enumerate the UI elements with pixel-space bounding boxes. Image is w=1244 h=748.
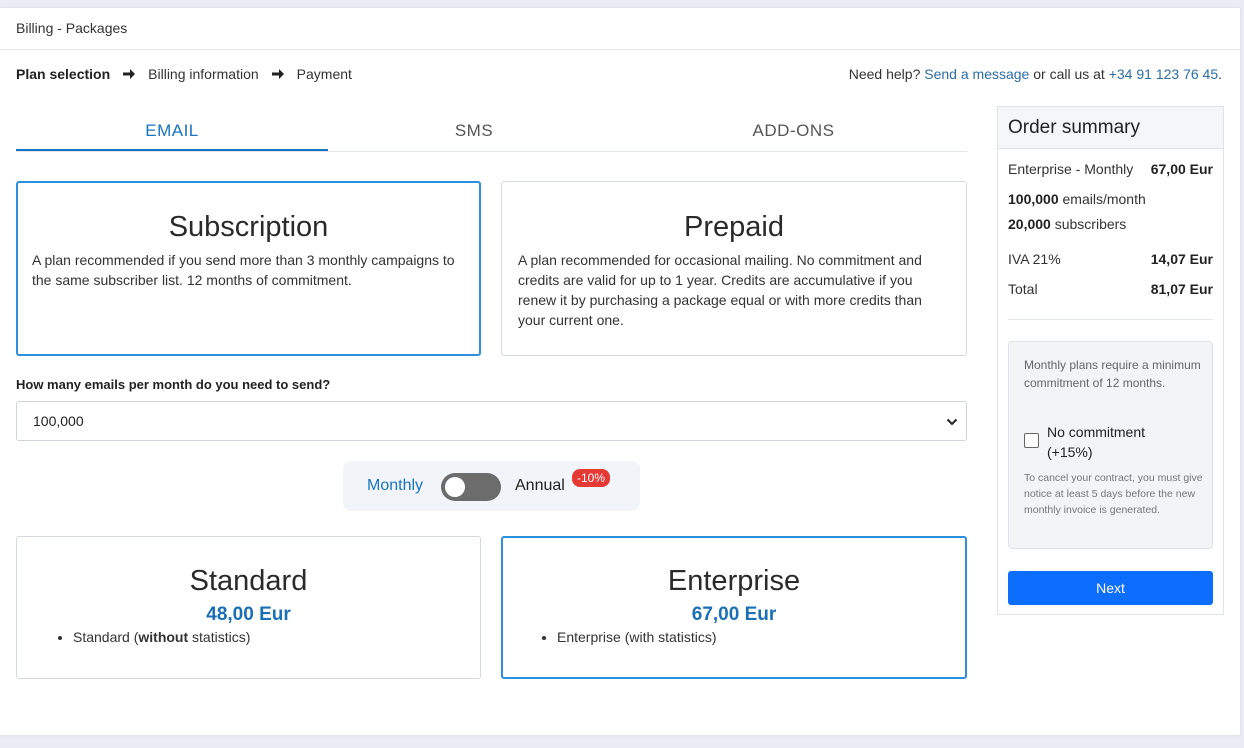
help-text: Need help? Send a message or call us at … xyxy=(849,66,1222,82)
list-item: Standard (without statistics) xyxy=(73,629,480,645)
discount-badge: -10% xyxy=(572,469,611,487)
enterprise-package-card[interactable]: Enterprise 67,00 Eur Enterprise (with st… xyxy=(501,536,967,679)
prepaid-description: A plan recommended for occasional mailin… xyxy=(518,252,922,328)
chevron-down-icon xyxy=(946,415,958,427)
summary-plan-label: Enterprise - Monthly xyxy=(1008,161,1134,177)
emails-select[interactable]: 100,000 xyxy=(16,401,967,441)
list-item: Enterprise (with statistics) xyxy=(557,629,965,645)
annual-label[interactable]: Annual xyxy=(515,477,565,495)
step-plan-selection[interactable]: Plan selection xyxy=(16,66,110,82)
summary-subscribers-row: 20,000 subscribers xyxy=(1008,216,1213,232)
product-tabs: EMAIL SMS ADD-ONS xyxy=(16,118,967,152)
page-title: Billing - Packages xyxy=(0,8,1240,50)
summary-emails-row: 100,000 emails/month xyxy=(1008,191,1213,207)
subscription-description: A plan recommended if you send more than… xyxy=(32,252,455,288)
emails-select-value: 100,000 xyxy=(33,413,84,429)
summary-plan-price: 67,00 Eur xyxy=(1150,161,1213,177)
switch-knob xyxy=(445,477,465,497)
tab-sms[interactable]: SMS xyxy=(328,118,620,151)
summary-emails-value: 100,000 xyxy=(1008,191,1059,207)
order-summary-title: Order summary xyxy=(998,107,1223,149)
billing-window: Billing - Packages Plan selection Billin… xyxy=(0,8,1240,735)
help-prefix: Need help? xyxy=(848,66,921,82)
breadcrumb: Plan selection Billing information Payme… xyxy=(16,66,352,82)
order-summary: Order summary Enterprise - Monthly 67,00… xyxy=(997,106,1224,615)
summary-subscribers-value: 20,000 xyxy=(1008,216,1051,232)
prepaid-title: Prepaid xyxy=(684,211,784,243)
tab-add-ons[interactable]: ADD-ONS xyxy=(620,118,967,151)
commitment-note: Monthly plans require a minimum commitme… xyxy=(1024,358,1201,390)
summary-tax-row: IVA 21% 14,07 Eur xyxy=(1008,251,1213,267)
standard-package-card[interactable]: Standard 48,00 Eur Standard (without sta… xyxy=(16,536,481,679)
summary-subscribers-unit: subscribers xyxy=(1054,216,1127,232)
summary-total-row: Total 81,07 Eur xyxy=(1008,281,1213,297)
enterprise-package-name: Enterprise xyxy=(667,565,801,597)
summary-total-value: 81,07 Eur xyxy=(1150,281,1213,297)
enterprise-package-price: 67,00 Eur xyxy=(691,604,777,625)
summary-tax-label: IVA 21% xyxy=(1008,251,1061,267)
emails-question-label: How many emails per month do you need to… xyxy=(16,377,331,392)
summary-plan-row: Enterprise - Monthly 67,00 Eur xyxy=(1008,161,1213,177)
tab-email[interactable]: EMAIL xyxy=(16,118,328,151)
no-commitment-label[interactable]: No commitment (+15%) xyxy=(1047,422,1187,462)
prepaid-card[interactable]: Prepaid A plan recommended for occasiona… xyxy=(501,181,967,356)
summary-tax-value: 14,07 Eur xyxy=(1150,251,1213,267)
phone-link[interactable]: +34 91 123 76 45 xyxy=(1109,66,1218,82)
commitment-panel: Monthly plans require a minimum commitme… xyxy=(1008,341,1213,549)
subscription-card[interactable]: Subscription A plan recommended if you s… xyxy=(16,181,481,356)
summary-divider xyxy=(1008,319,1213,320)
arrow-right-icon xyxy=(122,67,136,81)
billing-period-toggle: Monthly Annual -10% xyxy=(343,461,640,511)
next-button[interactable]: Next xyxy=(1008,571,1213,605)
monthly-label[interactable]: Monthly xyxy=(367,477,423,495)
billing-period-switch[interactable] xyxy=(441,473,501,501)
summary-total-label: Total xyxy=(1008,281,1038,297)
step-payment[interactable]: Payment xyxy=(297,66,352,82)
step-billing-information[interactable]: Billing information xyxy=(148,66,259,82)
help-middle: or call us at xyxy=(1033,66,1105,82)
no-commitment-checkbox[interactable] xyxy=(1024,433,1039,448)
standard-feature-list: Standard (without statistics) xyxy=(73,629,480,645)
standard-package-price: 48,00 Eur xyxy=(206,604,291,625)
arrow-right-icon xyxy=(271,67,285,81)
subscription-title: Subscription xyxy=(168,211,329,243)
send-message-link[interactable]: Send a message xyxy=(924,66,1029,82)
cancel-note: To cancel your contract, you must give n… xyxy=(1024,472,1203,516)
help-suffix: . xyxy=(1218,66,1222,82)
standard-package-name: Standard xyxy=(189,565,308,597)
enterprise-feature-list: Enterprise (with statistics) xyxy=(557,629,965,645)
summary-emails-unit: emails/month xyxy=(1062,191,1146,207)
